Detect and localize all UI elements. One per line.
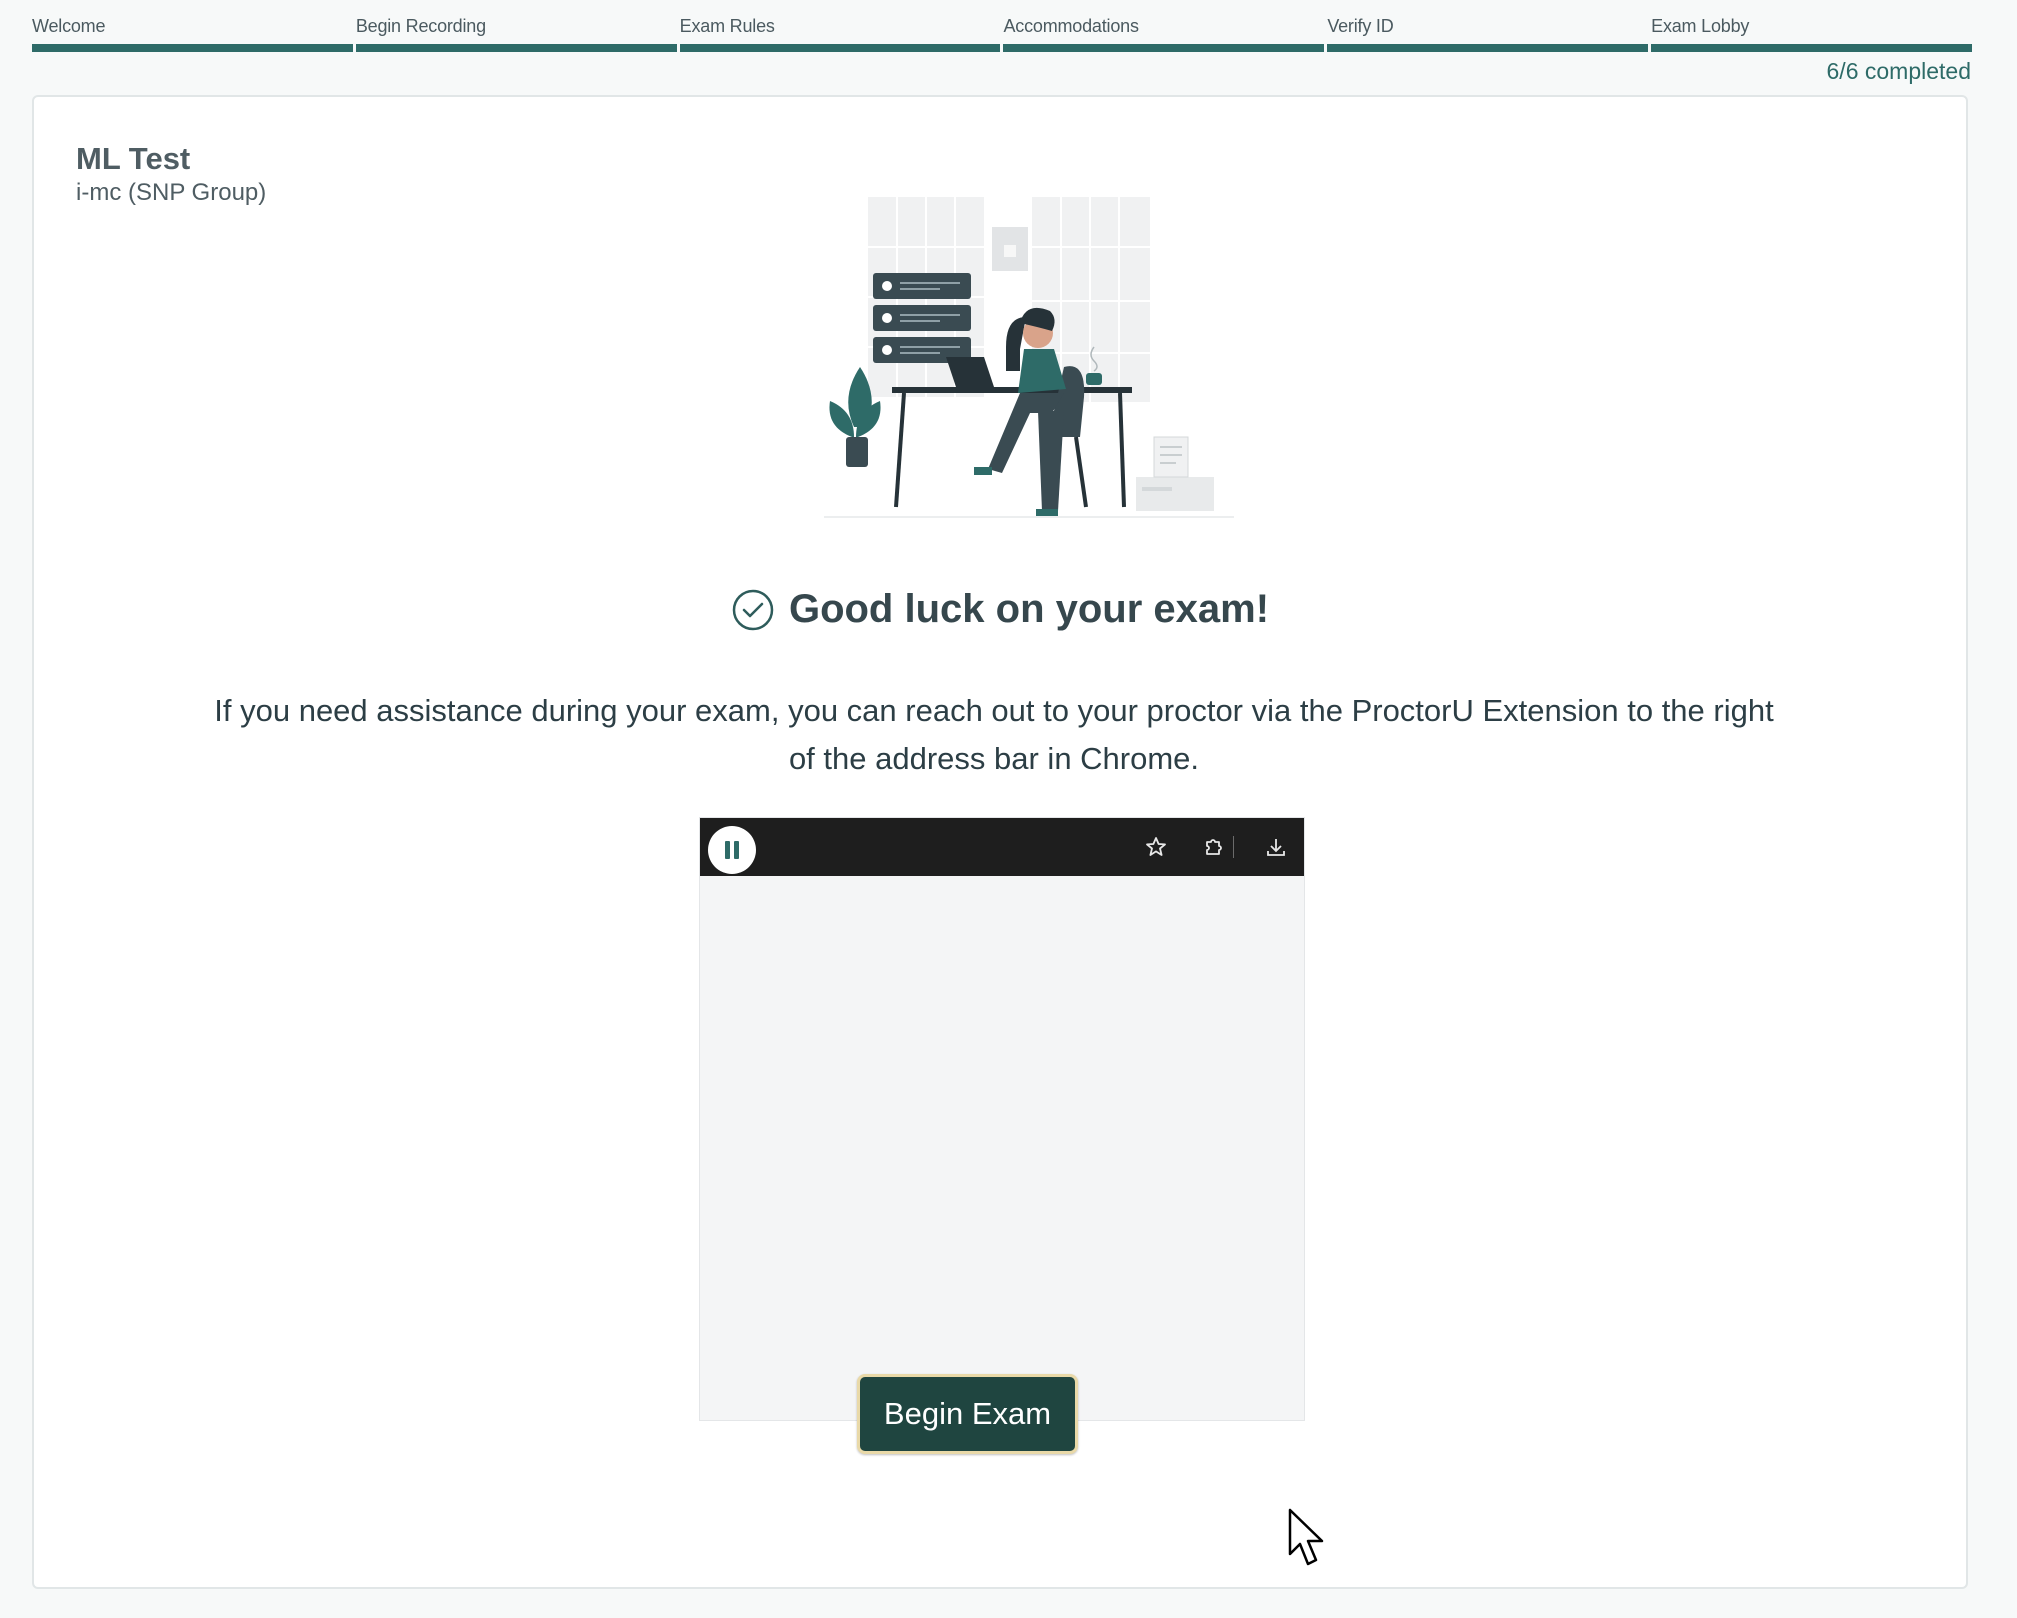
step-label: Accommodations bbox=[1003, 16, 1139, 36]
step-exam-rules: Exam Rules bbox=[679, 14, 1001, 52]
browser-toolbar bbox=[700, 818, 1304, 876]
good-luck-heading: Good luck on your exam! bbox=[788, 587, 1270, 631]
step-begin-recording: Begin Recording bbox=[355, 14, 677, 52]
pause-icon bbox=[708, 826, 756, 874]
step-progress-bar bbox=[1003, 44, 1325, 52]
step-progress-bar bbox=[679, 44, 1001, 52]
step-label: Begin Recording bbox=[355, 16, 486, 36]
step-progress-bar bbox=[1651, 44, 1972, 52]
toolbar-divider bbox=[1233, 836, 1234, 858]
mouse-cursor-icon bbox=[1288, 1508, 1324, 1566]
assistance-instructions: If you need assistance during your exam,… bbox=[214, 693, 1774, 776]
exam-card: ML Test i-mc (SNP Group) Good luck on yo… bbox=[32, 95, 1968, 1589]
chrome-toolbar-preview bbox=[699, 817, 1305, 1421]
check-circle-icon bbox=[732, 589, 774, 630]
step-label: Welcome bbox=[32, 16, 106, 36]
step-progress-bar bbox=[355, 44, 677, 52]
exam-title: ML Test bbox=[76, 141, 191, 176]
step-progress-bar bbox=[1327, 44, 1649, 52]
step-welcome: Welcome bbox=[32, 14, 353, 52]
progress-count: 6/6 completed bbox=[1826, 58, 1971, 84]
step-verify-id: Verify ID bbox=[1327, 14, 1649, 52]
download-icon bbox=[1267, 839, 1285, 856]
heading-row: Good luck on your exam! bbox=[34, 587, 1966, 632]
desk-illustration bbox=[824, 197, 1234, 518]
star-icon bbox=[1146, 837, 1166, 856]
progress-steps: Welcome Begin Recording Exam Rules Accom… bbox=[32, 14, 1972, 52]
step-progress-bar bbox=[32, 44, 353, 52]
step-label: Exam Lobby bbox=[1651, 16, 1750, 36]
exam-organization: i-mc (SNP Group) bbox=[76, 179, 267, 206]
extensions-puzzle-icon bbox=[1206, 839, 1222, 855]
step-accommodations: Accommodations bbox=[1003, 14, 1325, 52]
step-label: Verify ID bbox=[1327, 16, 1394, 36]
step-label: Exam Rules bbox=[679, 16, 775, 36]
begin-exam-button[interactable]: Begin Exam bbox=[857, 1374, 1078, 1454]
step-exam-lobby: Exam Lobby bbox=[1651, 14, 1972, 52]
